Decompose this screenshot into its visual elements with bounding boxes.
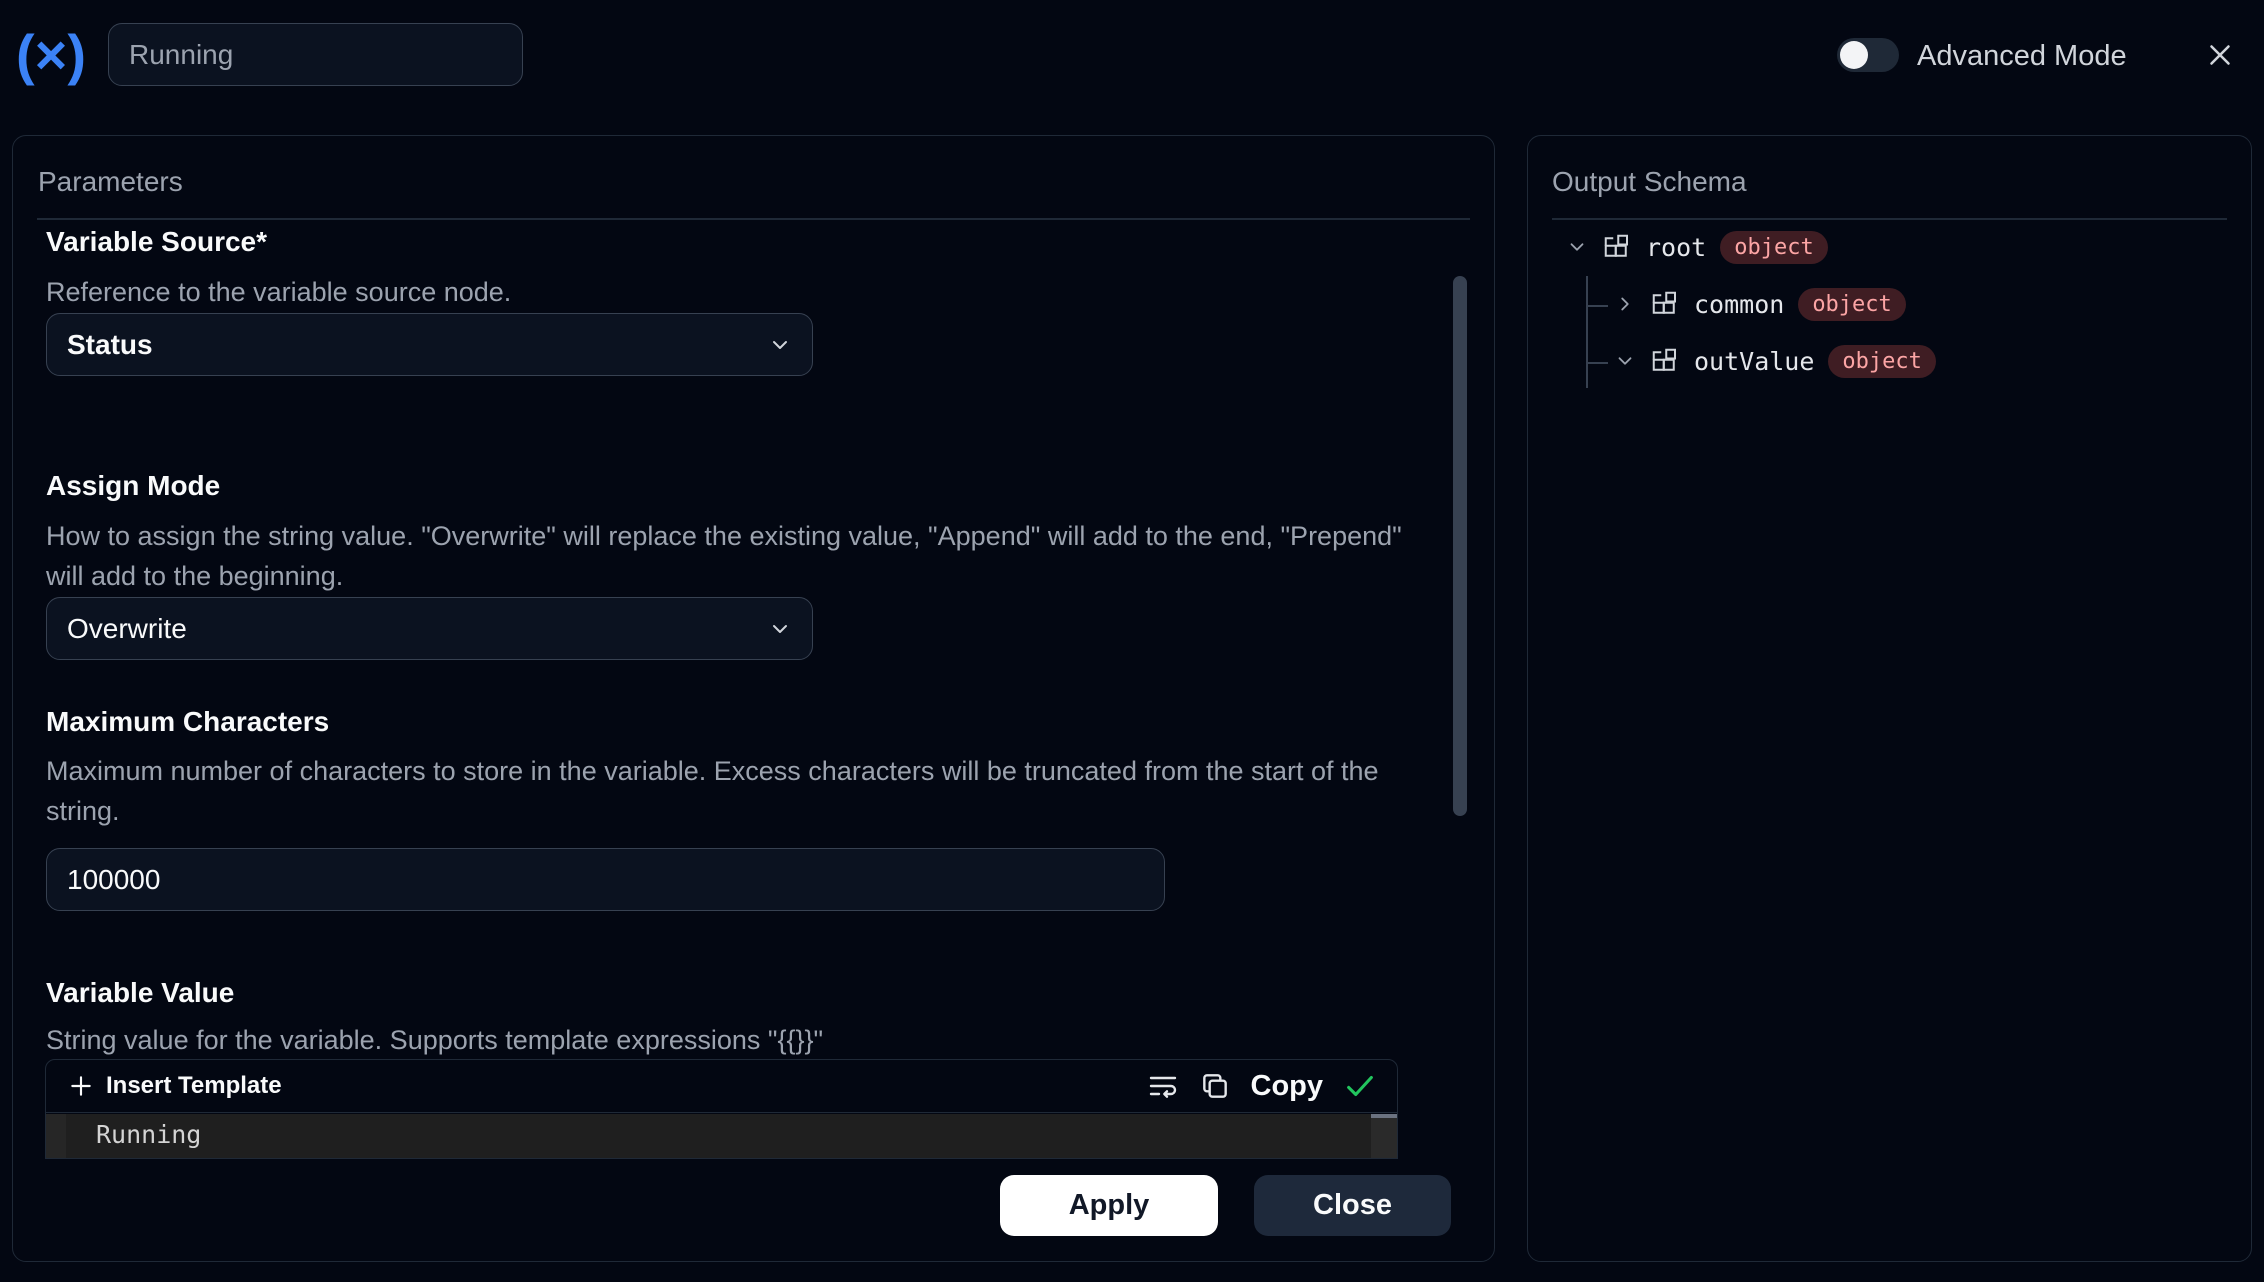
variable-source-description: Reference to the variable source node. bbox=[46, 277, 512, 307]
parameters-divider bbox=[37, 218, 1470, 220]
assign-mode-select[interactable]: Overwrite bbox=[46, 597, 813, 660]
editor-scrollbar[interactable] bbox=[1371, 1114, 1397, 1158]
type-badge: object bbox=[1720, 230, 1828, 264]
copy-button[interactable]: Copy bbox=[1251, 1070, 1324, 1103]
assign-mode-value: Overwrite bbox=[67, 612, 187, 644]
tree-connector bbox=[1586, 305, 1608, 307]
word-wrap-icon[interactable] bbox=[1147, 1070, 1179, 1102]
max-chars-label: Maximum Characters bbox=[46, 706, 330, 737]
chevron-down-icon[interactable] bbox=[1614, 350, 1636, 372]
variable-source-value: Status bbox=[67, 328, 153, 360]
tree-node-name: outValue bbox=[1694, 346, 1815, 376]
check-icon bbox=[1347, 1075, 1373, 1097]
output-schema-divider bbox=[1552, 218, 2227, 220]
chevron-down-icon bbox=[773, 340, 787, 349]
max-chars-description: Maximum number of characters to store in… bbox=[46, 756, 1379, 826]
close-button[interactable]: Close bbox=[1254, 1175, 1451, 1236]
parameters-scrollbar[interactable] bbox=[1453, 276, 1467, 816]
editor-toolbar: Insert Template Copy bbox=[46, 1060, 1397, 1113]
editor-content[interactable]: Running bbox=[96, 1120, 201, 1149]
editor-body[interactable]: Running bbox=[46, 1114, 1397, 1158]
object-node-icon bbox=[1652, 348, 1676, 371]
editor-gutter bbox=[46, 1114, 66, 1158]
assign-mode-description: How to assign the string value. "Overwri… bbox=[46, 521, 1402, 591]
template-editor: Insert Template Copy Running bbox=[45, 1059, 1398, 1159]
toggle-knob bbox=[1840, 41, 1868, 69]
chevron-right-icon[interactable] bbox=[1614, 293, 1636, 315]
output-schema-panel: Output Schema root object common object … bbox=[1527, 135, 2252, 1262]
variable-value-label: Variable Value bbox=[46, 977, 235, 1008]
tree-connector bbox=[1586, 276, 1588, 388]
close-icon[interactable] bbox=[2203, 38, 2237, 72]
object-node-icon bbox=[1652, 291, 1676, 314]
variable-value-description: String value for the variable. Supports … bbox=[46, 1025, 824, 1055]
object-node-icon bbox=[1604, 234, 1628, 257]
chevron-down-icon bbox=[773, 624, 787, 633]
copy-icon[interactable] bbox=[1199, 1070, 1231, 1102]
tree-connector bbox=[1586, 362, 1608, 364]
tree-node-common[interactable]: common object bbox=[1614, 284, 1906, 324]
node-name-input[interactable] bbox=[108, 23, 523, 86]
parameters-title: Parameters bbox=[38, 166, 183, 197]
apply-button[interactable]: Apply bbox=[1000, 1175, 1218, 1236]
type-badge: object bbox=[1798, 287, 1906, 321]
plus-icon bbox=[71, 1076, 91, 1096]
tree-node-outvalue[interactable]: outValue object bbox=[1614, 341, 1936, 381]
editor-scrollbar-thumb[interactable] bbox=[1371, 1114, 1397, 1118]
tree-node-name: common bbox=[1694, 289, 1785, 319]
app-logo: (×) bbox=[16, 23, 86, 86]
type-badge: object bbox=[1828, 344, 1936, 378]
advanced-mode-label: Advanced Mode bbox=[1917, 40, 2127, 72]
max-chars-input[interactable] bbox=[46, 848, 1165, 911]
variable-source-select[interactable]: Status bbox=[46, 313, 813, 376]
advanced-mode-toggle[interactable] bbox=[1837, 38, 1899, 72]
variable-source-label: Variable Source* bbox=[46, 226, 268, 257]
assign-mode-label: Assign Mode bbox=[46, 470, 221, 501]
chevron-down-icon[interactable] bbox=[1566, 236, 1588, 258]
output-schema-title: Output Schema bbox=[1552, 166, 1747, 197]
insert-template-label: Insert Template bbox=[106, 1072, 282, 1099]
insert-template-button[interactable]: Insert Template bbox=[68, 1072, 282, 1100]
tree-node-root[interactable]: root object bbox=[1566, 227, 1828, 267]
tree-node-name: root bbox=[1646, 232, 1707, 262]
